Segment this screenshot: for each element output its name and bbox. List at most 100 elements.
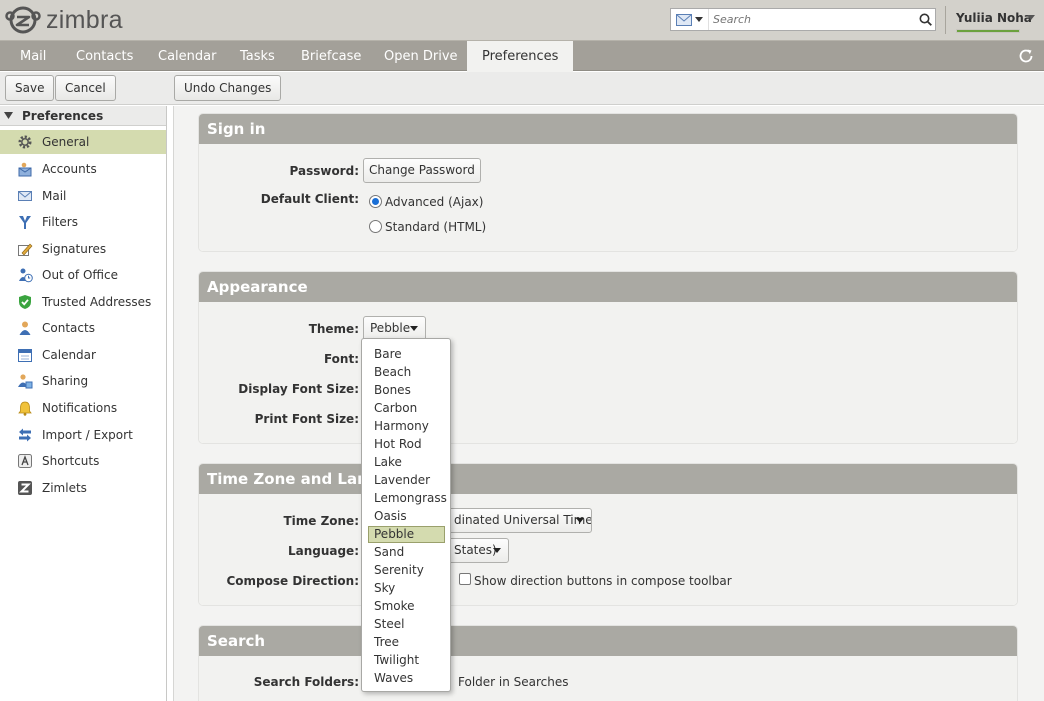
sidebar-item-sharing[interactable]: Sharing [0, 369, 166, 393]
standard-client-label[interactable]: Standard (HTML) [385, 220, 486, 234]
tab-preferences[interactable]: Preferences [467, 41, 574, 72]
theme-option-twilight[interactable]: Twilight [368, 652, 445, 669]
theme-option-harmony[interactable]: Harmony [368, 418, 445, 435]
section-appearance: Appearance Theme: Pebble Font: Display F… [198, 271, 1018, 444]
sidebar-item-signatures[interactable]: Signatures [0, 237, 166, 261]
tab-label: Contacts [76, 49, 134, 64]
theme-option-oasis[interactable]: Oasis [368, 508, 445, 525]
theme-option-bones[interactable]: Bones [368, 382, 445, 399]
theme-option-carbon[interactable]: Carbon [368, 400, 445, 417]
default-client-label: Default Client: [260, 192, 359, 206]
sidebar-item-label: Trusted Addresses [42, 295, 152, 309]
save-button[interactable]: Save [5, 75, 55, 101]
search-folders-text[interactable]: Folder in Searches [458, 675, 569, 689]
sidebar-item-zimlets[interactable]: Zimlets [0, 476, 166, 500]
sidebar-item-label: Accounts [42, 162, 97, 176]
time-zone-select[interactable]: dinated Universal Time [439, 508, 592, 533]
filter-icon [19, 216, 31, 229]
undo-changes-button[interactable]: Undo Changes [174, 75, 282, 101]
time-zone-label: Time Zone: [283, 514, 359, 528]
tab-calendar[interactable]: Calendar [143, 41, 231, 71]
quota-bar [956, 29, 1020, 33]
tab-label: Open Drive [384, 49, 458, 64]
chevron-down-icon [493, 548, 501, 553]
tab-label: Calendar [158, 49, 217, 64]
compose-direction-checkbox-label[interactable]: Show direction buttons in compose toolba… [474, 574, 732, 588]
sidebar-item-notifications[interactable]: Notifications [0, 396, 166, 420]
sidebar-header[interactable]: Preferences [0, 106, 166, 126]
tab-contacts[interactable]: Contacts [61, 41, 148, 71]
sidebar-item-label: Out of Office [42, 268, 118, 282]
theme-option-waves[interactable]: Waves [368, 670, 445, 687]
compose-direction-checkbox[interactable] [459, 573, 471, 585]
search-button[interactable] [915, 9, 935, 30]
tab-briefcase[interactable]: Briefcase [286, 41, 376, 71]
sidebar-item-contacts[interactable]: Contacts [0, 316, 166, 340]
theme-option-tree[interactable]: Tree [368, 634, 445, 651]
accounts-icon [18, 162, 32, 177]
sidebar-item-filters[interactable]: Filters [0, 210, 166, 234]
theme-option-hot-rod[interactable]: Hot Rod [368, 436, 445, 453]
theme-option-serenity[interactable]: Serenity [368, 562, 445, 579]
shortcuts-icon [18, 454, 32, 468]
logo-text: zimbra [46, 5, 123, 34]
section-sign-in: Sign in Password: Change Password Defaul… [198, 113, 1018, 252]
sidebar-item-label: Shortcuts [42, 454, 100, 468]
sidebar-item-label: General [42, 135, 90, 149]
section-body: Search Folders: Folder in Searches [199, 656, 1017, 701]
theme-option-beach[interactable]: Beach [368, 364, 445, 381]
sidebar-item-accounts[interactable]: Accounts [0, 157, 166, 181]
sidebar-item-trusted-addresses[interactable]: Trusted Addresses [0, 290, 166, 314]
user-menu-chevron-icon[interactable] [1027, 15, 1035, 21]
zimlets-icon [18, 481, 32, 495]
cancel-button[interactable]: Cancel [55, 75, 116, 101]
sidebar-item-shortcuts[interactable]: Shortcuts [0, 449, 166, 473]
tab-mail[interactable]: Mail [5, 41, 61, 71]
envelope-icon [18, 191, 32, 201]
tab-label: Mail [20, 49, 47, 64]
collapse-triangle-icon[interactable] [4, 112, 13, 120]
theme-option-pebble[interactable]: Pebble [368, 526, 445, 543]
theme-option-smoke[interactable]: Smoke [368, 598, 445, 615]
theme-option-sky[interactable]: Sky [368, 580, 445, 597]
search-input[interactable] [709, 13, 915, 26]
refresh-icon[interactable] [1017, 47, 1035, 65]
tab-open-drive[interactable]: Open Drive [369, 41, 473, 71]
tab-label: Briefcase [301, 49, 362, 64]
sidebar-item-calendar[interactable]: Calendar [0, 343, 166, 367]
zimbra-logo[interactable]: zimbra [4, 4, 123, 36]
tab-tasks[interactable]: Tasks [225, 41, 290, 71]
tab-label: Preferences [482, 49, 559, 64]
theme-option-bare[interactable]: Bare [368, 346, 445, 363]
sidebar-item-mail[interactable]: Mail [0, 184, 166, 208]
shield-check-icon [19, 295, 31, 309]
sidebar-item-general[interactable]: General [0, 130, 166, 154]
sidebar-item-out-of-office[interactable]: Out of Office [0, 263, 166, 287]
section-title: Appearance [199, 272, 1017, 302]
theme-option-lemongrass[interactable]: Lemongrass [368, 490, 447, 507]
user-name[interactable]: Yuliia Noha [956, 11, 1032, 25]
section-body: Time Zone: dinated Universal Time Langua… [199, 494, 1017, 605]
time-zone-select-value: dinated Universal Time [454, 513, 592, 527]
sidebar-item-label: Sharing [42, 374, 89, 388]
tab-label: Tasks [240, 49, 275, 64]
chevron-down-icon [576, 518, 584, 523]
advanced-client-radio[interactable] [369, 195, 382, 208]
theme-label: Theme: [308, 322, 359, 336]
advanced-client-label[interactable]: Advanced (Ajax) [385, 195, 483, 209]
section-time-zone-language: Time Zone and Lang Time Zone: dinated Un… [198, 463, 1018, 606]
app-tabs: Mail Contacts Calendar Tasks Briefcase O… [0, 41, 1044, 72]
search-type-dropdown[interactable] [671, 9, 709, 30]
theme-option-lavender[interactable]: Lavender [368, 472, 445, 489]
sidebar-item-import-export[interactable]: Import / Export [0, 423, 166, 447]
theme-option-sand[interactable]: Sand [368, 544, 445, 561]
search-folders-label: Search Folders: [253, 675, 359, 689]
theme-option-lake[interactable]: Lake [368, 454, 445, 471]
change-password-button[interactable]: Change Password [363, 158, 481, 183]
language-label: Language: [287, 544, 359, 558]
sidebar-item-label: Signatures [42, 242, 107, 256]
standard-client-radio[interactable] [369, 220, 382, 233]
theme-option-steel[interactable]: Steel [368, 616, 445, 633]
section-body: Password: Change Password Default Client… [199, 144, 1017, 251]
out-of-office-icon [19, 268, 33, 283]
